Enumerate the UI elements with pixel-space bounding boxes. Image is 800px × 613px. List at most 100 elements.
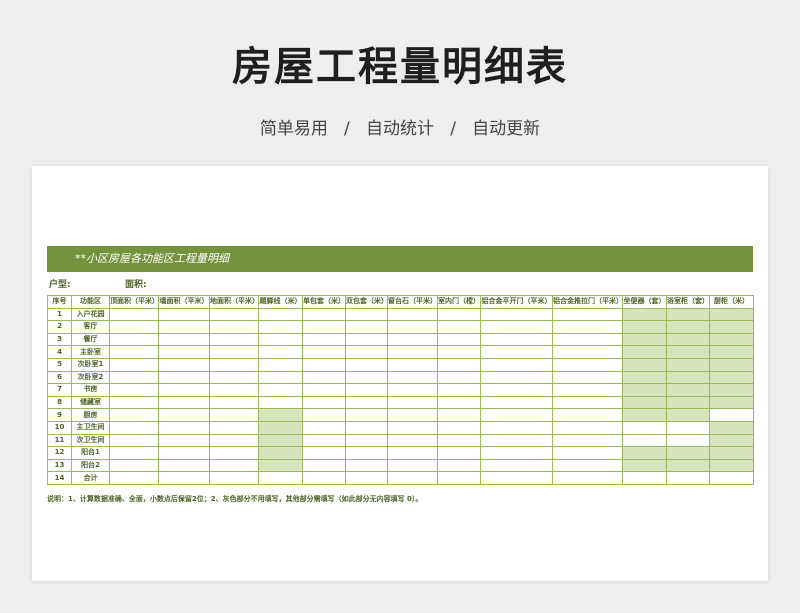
input-cell[interactable] (209, 446, 259, 460)
input-cell[interactable] (258, 471, 303, 485)
input-cell[interactable] (552, 332, 623, 347)
input-cell[interactable] (387, 458, 438, 473)
input-cell[interactable] (437, 446, 481, 460)
input-cell[interactable] (437, 345, 481, 359)
input-cell[interactable] (302, 458, 346, 473)
input-cell[interactable] (258, 307, 303, 322)
input-cell[interactable] (552, 458, 623, 473)
input-cell[interactable] (109, 345, 159, 359)
input-cell[interactable] (345, 433, 388, 448)
input-cell[interactable] (387, 357, 438, 372)
input-cell[interactable] (666, 471, 710, 485)
input-cell[interactable] (437, 420, 481, 435)
input-cell[interactable] (552, 433, 623, 448)
input-cell[interactable] (552, 307, 623, 322)
input-cell[interactable] (109, 307, 159, 322)
input-cell[interactable] (387, 420, 438, 435)
input-cell[interactable] (552, 357, 623, 372)
input-cell[interactable] (345, 370, 388, 385)
input-cell[interactable] (209, 370, 259, 385)
input-cell[interactable] (302, 307, 346, 322)
input-cell[interactable] (552, 320, 623, 334)
input-cell[interactable] (387, 433, 438, 448)
input-cell[interactable] (109, 471, 159, 485)
input-cell[interactable] (387, 370, 438, 385)
input-cell[interactable] (258, 357, 303, 372)
input-cell[interactable] (302, 383, 346, 397)
input-cell[interactable] (709, 408, 754, 422)
input-cell[interactable] (302, 408, 346, 422)
input-cell[interactable] (437, 370, 481, 385)
input-cell[interactable] (209, 420, 259, 435)
input-cell[interactable] (209, 471, 259, 485)
input-cell[interactable] (158, 320, 210, 334)
input-cell[interactable] (109, 420, 159, 435)
input-cell[interactable] (480, 395, 553, 410)
input-cell[interactable] (209, 345, 259, 359)
input-cell[interactable] (345, 332, 388, 347)
input-cell[interactable] (345, 357, 388, 372)
input-cell[interactable] (158, 307, 210, 322)
input-cell[interactable] (345, 320, 388, 334)
input-cell[interactable] (480, 345, 553, 359)
input-cell[interactable] (480, 446, 553, 460)
input-cell[interactable] (302, 357, 346, 372)
input-cell[interactable] (158, 332, 210, 347)
input-cell[interactable] (480, 383, 553, 397)
input-cell[interactable] (209, 332, 259, 347)
input-cell[interactable] (480, 320, 553, 334)
input-cell[interactable] (387, 383, 438, 397)
input-cell[interactable] (109, 357, 159, 372)
input-cell[interactable] (109, 458, 159, 473)
input-cell[interactable] (209, 395, 259, 410)
input-cell[interactable] (552, 471, 623, 485)
input-cell[interactable] (345, 408, 388, 422)
input-cell[interactable] (437, 458, 481, 473)
input-cell[interactable] (387, 395, 438, 410)
input-cell[interactable] (109, 446, 159, 460)
input-cell[interactable] (158, 395, 210, 410)
input-cell[interactable] (258, 332, 303, 347)
input-cell[interactable] (480, 458, 553, 473)
input-cell[interactable] (158, 357, 210, 372)
input-cell[interactable] (109, 395, 159, 410)
input-cell[interactable] (387, 332, 438, 347)
input-cell[interactable] (158, 433, 210, 448)
input-cell[interactable] (480, 370, 553, 385)
input-cell[interactable] (302, 446, 346, 460)
input-cell[interactable] (387, 446, 438, 460)
input-cell[interactable] (480, 332, 553, 347)
input-cell[interactable] (158, 446, 210, 460)
input-cell[interactable] (709, 471, 754, 485)
input-cell[interactable] (622, 433, 667, 448)
input-cell[interactable] (387, 320, 438, 334)
input-cell[interactable] (480, 408, 553, 422)
input-cell[interactable] (552, 420, 623, 435)
input-cell[interactable] (345, 458, 388, 473)
input-cell[interactable] (387, 307, 438, 322)
input-cell[interactable] (666, 433, 710, 448)
input-cell[interactable] (302, 345, 346, 359)
input-cell[interactable] (209, 408, 259, 422)
input-cell[interactable] (158, 458, 210, 473)
input-cell[interactable] (109, 383, 159, 397)
input-cell[interactable] (480, 433, 553, 448)
input-cell[interactable] (622, 471, 667, 485)
input-cell[interactable] (480, 307, 553, 322)
input-cell[interactable] (209, 383, 259, 397)
input-cell[interactable] (258, 345, 303, 359)
input-cell[interactable] (552, 446, 623, 460)
input-cell[interactable] (480, 420, 553, 435)
input-cell[interactable] (437, 320, 481, 334)
input-cell[interactable] (666, 420, 710, 435)
input-cell[interactable] (552, 370, 623, 385)
input-cell[interactable] (387, 408, 438, 422)
input-cell[interactable] (109, 332, 159, 347)
input-cell[interactable] (345, 383, 388, 397)
input-cell[interactable] (552, 408, 623, 422)
input-cell[interactable] (109, 320, 159, 334)
input-cell[interactable] (437, 433, 481, 448)
input-cell[interactable] (437, 395, 481, 410)
input-cell[interactable] (480, 471, 553, 485)
input-cell[interactable] (302, 332, 346, 347)
